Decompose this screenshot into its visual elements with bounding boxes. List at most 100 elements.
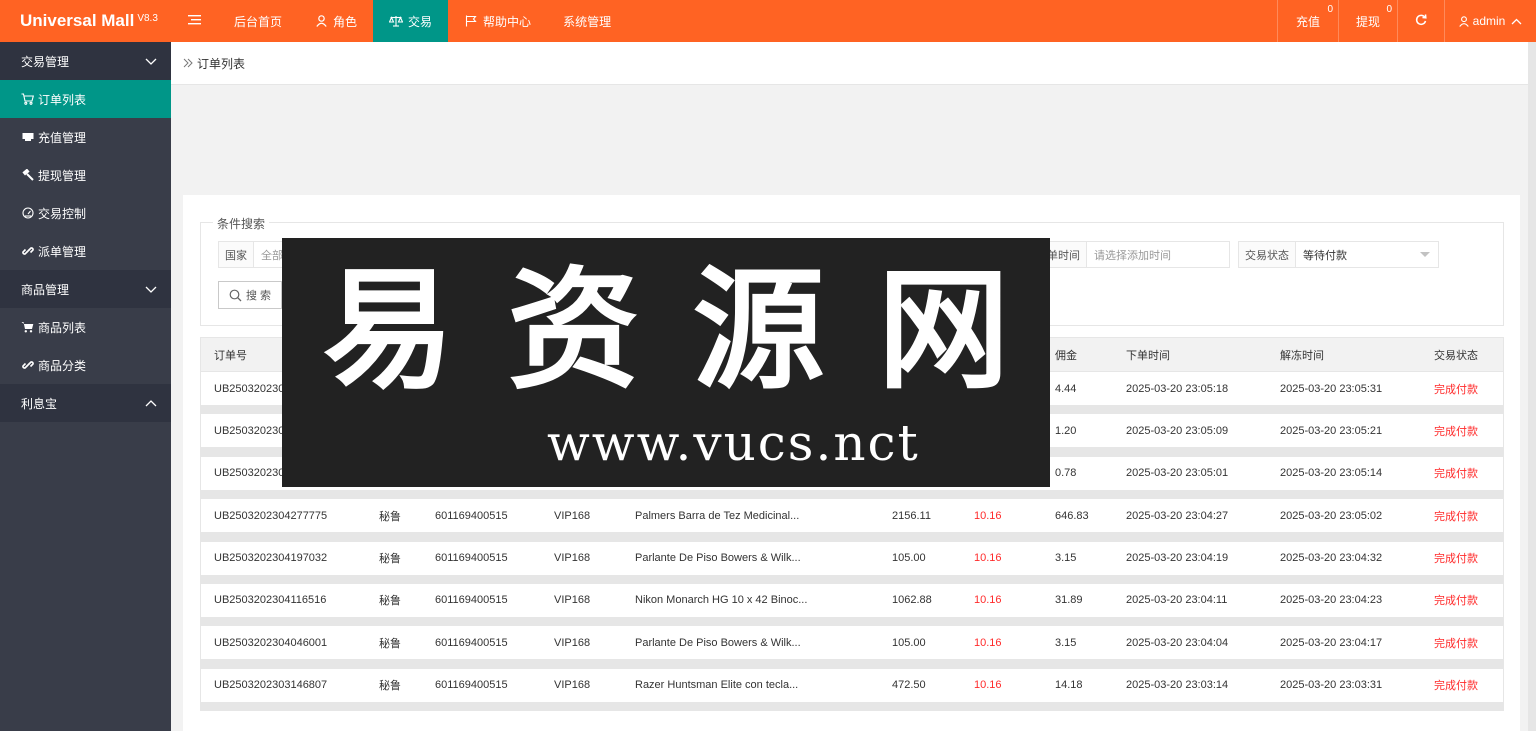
sidebar-item-goods-list[interactable]: 商品列表 bbox=[0, 308, 171, 346]
cell-country: 秘鲁 bbox=[379, 510, 401, 523]
cell-product: Palmers Barra de Tez Medicinal... bbox=[635, 509, 800, 522]
nav-item-label: 后台首页 bbox=[234, 14, 283, 29]
cell-order-no: UB2503202304277775 bbox=[214, 509, 328, 522]
status-filter-select[interactable]: 等待付款 bbox=[1296, 247, 1420, 263]
nav-item-roles[interactable]: 角色 bbox=[298, 0, 373, 42]
cell-unfreeze-time: 2025-03-20 23:04:32 bbox=[1280, 552, 1383, 565]
recharge-button[interactable]: 充值 0 bbox=[1277, 0, 1338, 42]
nav-item-label: 系统管理 bbox=[563, 14, 612, 29]
cell-unfreeze-time: 2025-03-20 23:05:02 bbox=[1280, 509, 1383, 522]
sidebar-item-label: 提现管理 bbox=[38, 168, 87, 183]
cell-order-time: 2025-03-20 23:04:04 bbox=[1126, 636, 1229, 649]
menu-toggle-button[interactable] bbox=[171, 0, 218, 42]
cell-order-no: UB2503202303146807 bbox=[214, 679, 328, 692]
cell-order-no: UB2503202304116516 bbox=[214, 594, 327, 607]
order-time-input[interactable]: 请选择添加时间 bbox=[1087, 247, 1229, 263]
user-menu[interactable]: admin bbox=[1444, 0, 1536, 42]
table-row[interactable]: UB2503202304046001 秘鲁 601169400515 VIP168 Pa… bbox=[200, 626, 1504, 669]
search-button[interactable]: 搜 索 bbox=[218, 281, 282, 309]
table-row[interactable]: UB2503202304277775 秘鲁 601169400515 VIP168 Pa… bbox=[200, 499, 1504, 542]
brand-logo[interactable]: Universal Mall V8.3 bbox=[0, 0, 171, 42]
double-chevron-right-icon bbox=[183, 58, 193, 68]
username-label: admin bbox=[1472, 14, 1506, 28]
sidebar-group-goods[interactable]: 商品管理 bbox=[0, 270, 171, 308]
cell-status: 完成付款 bbox=[1434, 468, 1478, 481]
cell-level: VIP168 bbox=[554, 552, 591, 565]
nav-item-trade[interactable]: 交易 bbox=[373, 0, 449, 42]
nav-item-dashboard[interactable]: 后台首页 bbox=[218, 0, 298, 42]
cell-amount: 2156.11 bbox=[892, 509, 931, 522]
sidebar-item-goods-category[interactable]: 商品分类 bbox=[0, 346, 171, 384]
cell-commission: 31.89 bbox=[1055, 594, 1083, 607]
sidebar-item-label: 商品列表 bbox=[38, 320, 87, 335]
cell-order-time: 2025-03-20 23:05:18 bbox=[1126, 382, 1229, 395]
cell-country: 秘鲁 bbox=[379, 553, 401, 566]
cell-status: 完成付款 bbox=[1434, 425, 1478, 438]
cell-amount: 105.00 bbox=[892, 636, 926, 649]
refresh-button[interactable] bbox=[1397, 0, 1444, 42]
sidebar-group-trade[interactable]: 交易管理 bbox=[0, 42, 171, 80]
cell-product: Razer Huntsman Elite con tecla... bbox=[635, 679, 799, 692]
nav-item-help[interactable]: 帮助中心 bbox=[448, 0, 547, 42]
link-icon bbox=[21, 245, 34, 258]
table-row[interactable]: UB2503202303146807 秘鲁 601169400515 VIP168 Ra… bbox=[200, 668, 1504, 712]
order-time-filter[interactable]: 下单时间 请选择添加时间 bbox=[1029, 241, 1230, 268]
sidebar-group-interest[interactable]: 利息宝 bbox=[0, 384, 171, 422]
page-scrollbar[interactable] bbox=[1528, 42, 1536, 731]
sidebar-item-label: 交易控制 bbox=[38, 206, 87, 221]
sidebar-item-dispatch[interactable]: 派单管理 bbox=[0, 232, 171, 270]
watermark-text: 易 资 源 网 bbox=[296, 246, 1036, 416]
nav-item-label: 角色 bbox=[333, 14, 358, 29]
chevron-down-icon bbox=[145, 58, 157, 65]
card-icon bbox=[21, 131, 34, 144]
withdraw-count-badge: 0 bbox=[1386, 4, 1392, 15]
country-filter-label: 国家 bbox=[219, 242, 254, 267]
cell-account: 601169400515 bbox=[435, 636, 508, 649]
sidebar-item-label: 派单管理 bbox=[38, 244, 87, 259]
table-row[interactable]: UB2503202304197032 秘鲁 601169400515 VIP168 Pa… bbox=[200, 541, 1504, 584]
cell-order-no: UB2503202304197032 bbox=[214, 552, 328, 565]
sidebar-item-recharge[interactable]: 充值管理 bbox=[0, 118, 171, 156]
country-filter[interactable]: 国家 全部 bbox=[218, 241, 286, 268]
cell-account: 601169400515 bbox=[435, 594, 508, 607]
watermark-char: 易 bbox=[322, 253, 455, 408]
status-filter[interactable]: 交易状态 等待付款 bbox=[1238, 241, 1439, 268]
withdraw-button[interactable]: 提现 0 bbox=[1338, 0, 1397, 42]
breadcrumb: 订单列表 bbox=[171, 42, 1528, 85]
cell-rate: 10.16 bbox=[974, 594, 1002, 607]
gauge-icon bbox=[21, 207, 34, 220]
row-divider bbox=[201, 616, 1503, 627]
sidebar-group-label: 商品管理 bbox=[21, 282, 70, 297]
withdraw-label: 提现 bbox=[1355, 14, 1380, 29]
cell-order-time: 2025-03-20 23:05:01 bbox=[1126, 467, 1229, 480]
search-icon bbox=[229, 289, 242, 302]
top-nav: 后台首页 角色 交易 帮助中心 系统管理 bbox=[171, 0, 627, 42]
cell-commission: 3.15 bbox=[1055, 552, 1077, 565]
cell-rate: 10.16 bbox=[974, 509, 1002, 522]
table-row-content: UB2503202303146807 秘鲁 601169400515 VIP168 Ra… bbox=[201, 668, 1503, 702]
cell-level: VIP168 bbox=[554, 679, 591, 692]
cell-unfreeze-time: 2025-03-20 23:05:31 bbox=[1280, 382, 1383, 395]
list-icon bbox=[188, 14, 201, 29]
row-divider bbox=[201, 574, 1503, 584]
table-row-content: UB2503202304046001 秘鲁 601169400515 VIP168 Pa… bbox=[201, 626, 1503, 660]
flag-icon bbox=[464, 14, 478, 28]
user-icon bbox=[1458, 15, 1469, 27]
sidebar-item-order-list[interactable]: 订单列表 bbox=[0, 80, 171, 118]
cell-status: 完成付款 bbox=[1434, 595, 1478, 608]
row-divider bbox=[201, 532, 1503, 542]
cell-account: 601169400515 bbox=[435, 509, 508, 522]
top-header: Universal Mall V8.3 后台首页 角色 交易 帮助中心 系统管理… bbox=[0, 0, 1536, 42]
caret-down-icon bbox=[1420, 252, 1430, 257]
status-filter-label: 交易状态 bbox=[1239, 242, 1296, 267]
breadcrumb-current[interactable]: 订单列表 bbox=[197, 55, 245, 72]
sidebar-item-withdraw[interactable]: 提现管理 bbox=[0, 156, 171, 194]
table-row[interactable]: UB2503202304116516 秘鲁 601169400515 VIP168 Ni… bbox=[200, 583, 1504, 627]
cell-order-time: 2025-03-20 23:03:14 bbox=[1126, 679, 1229, 692]
cell-status: 完成付款 bbox=[1434, 637, 1478, 650]
sidebar-item-trade-control[interactable]: 交易控制 bbox=[0, 194, 171, 232]
nav-item-system[interactable]: 系统管理 bbox=[547, 0, 627, 42]
row-divider bbox=[201, 701, 1503, 712]
watermark-char: 网 bbox=[877, 253, 1010, 408]
cell-order-no: UB250320230 bbox=[214, 467, 285, 480]
